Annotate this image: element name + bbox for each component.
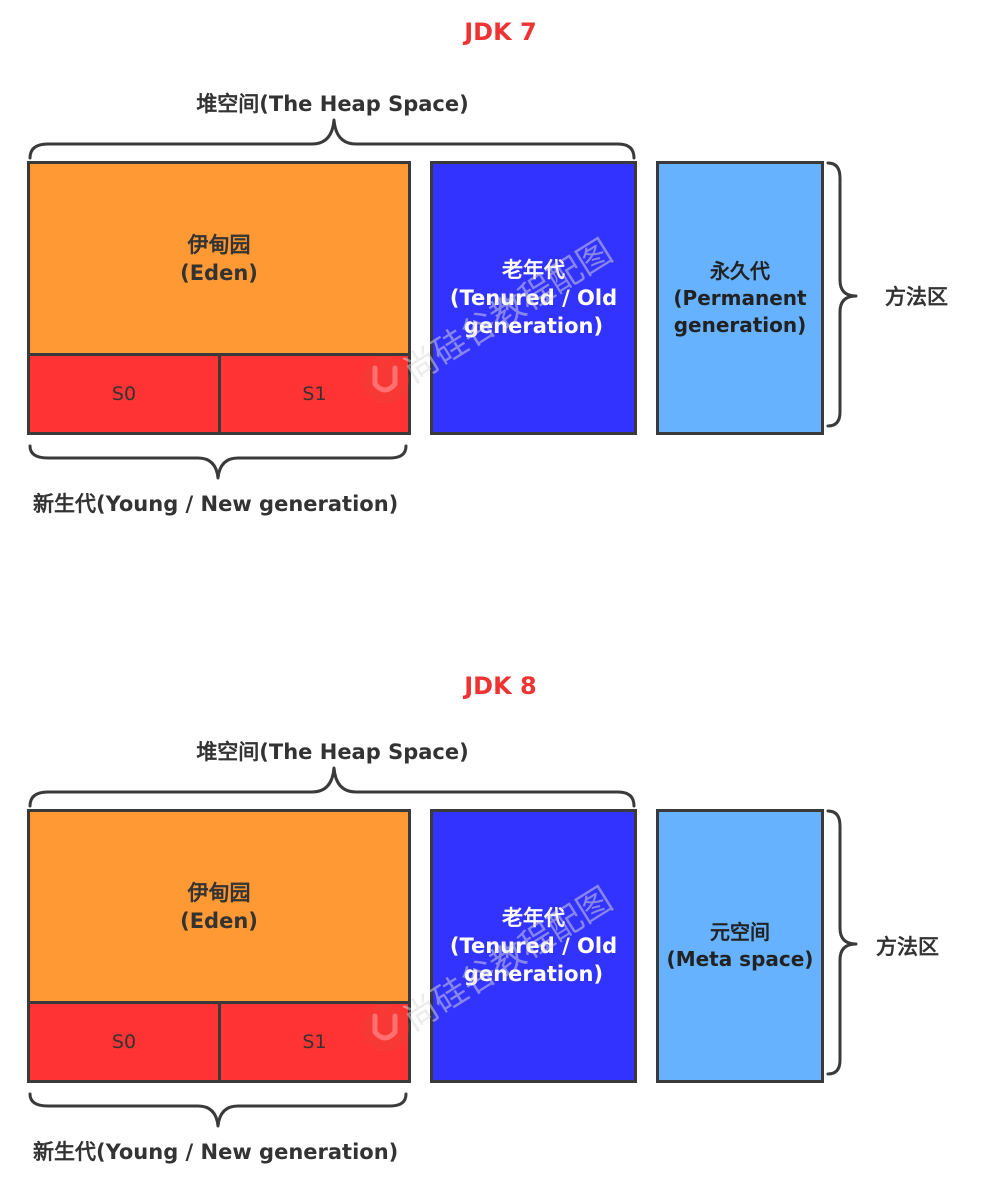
permanent-label-en-2: generation) [673,312,807,337]
method-area-brace [826,161,858,428]
jdk7-section: JDK 7 堆空间(The Heap Space) 伊甸园 (Eden) S0 … [0,0,1001,598]
young-brace [28,444,408,480]
permanent-label-cn: 永久代 [710,258,770,283]
method-area-label: 方法区 [876,935,939,959]
heap-brace [28,766,636,808]
eden-box: 伊甸园 (Eden) [27,161,411,356]
permanent-box: 永久代 (Permanent generation) [656,161,824,435]
s1-box: S1 [218,353,411,435]
s0-box: S0 [27,1001,221,1083]
eden-label-en: (Eden) [180,260,258,285]
tenured-label-en-1: (Tenured / Old [449,286,618,310]
tenured-box: 老年代 (Tenured / Old generation) [430,809,637,1083]
s0-label: S0 [111,1031,137,1053]
metaspace-label-cn: 元空间 [710,920,770,944]
permanent-label-en-1: (Permanent [673,285,807,310]
tenured-box: 老年代 (Tenured / Old generation) [430,161,637,435]
method-area-brace [826,809,858,1076]
method-area-label: 方法区 [885,285,948,309]
jdk8-section: JDK 8 堆空间(The Heap Space) 伊甸园 (Eden) S0 … [0,648,1001,1196]
s0-label: S0 [111,383,137,405]
s1-label: S1 [302,383,327,405]
s1-box: S1 [218,1001,411,1083]
s1-label: S1 [302,1031,327,1053]
heap-brace [28,118,636,160]
tenured-label-en-2: generation) [463,962,604,986]
s0-box: S0 [27,353,221,435]
tenured-label-cn: 老年代 [502,258,565,282]
eden-box: 伊甸园 (Eden) [27,809,411,1004]
tenured-label-cn: 老年代 [502,906,565,930]
eden-label-en: (Eden) [180,908,258,933]
metaspace-box: 元空间 (Meta space) [656,809,824,1083]
jvm-memory-diagram: JDK 7 堆空间(The Heap Space) 伊甸园 (Eden) S0 … [0,0,1001,1196]
young-generation-label: 新生代(Young / New generation) [33,492,399,516]
young-generation-label: 新生代(Young / New generation) [33,1140,399,1164]
eden-label-cn: 伊甸园 [187,232,251,257]
metaspace-label-en: (Meta space) [666,947,814,971]
tenured-label-en-2: generation) [463,314,604,338]
eden-label-cn: 伊甸园 [187,880,251,905]
tenured-label-en-1: (Tenured / Old [449,934,618,958]
young-brace [28,1092,408,1128]
